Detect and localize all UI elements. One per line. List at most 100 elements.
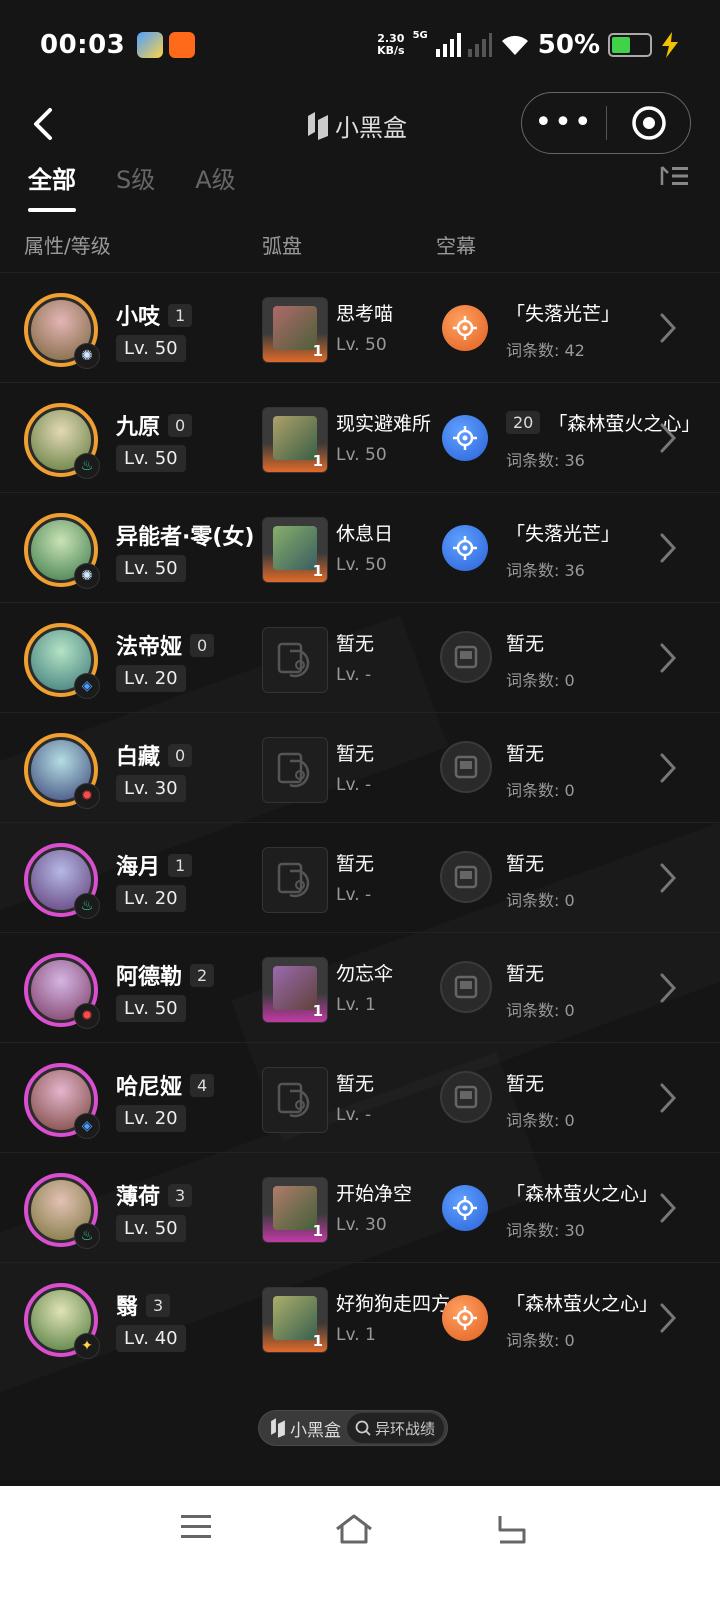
chevron-right-icon xyxy=(660,313,677,343)
screen-name-text: 「失落光芒」 xyxy=(506,523,621,545)
chevron-right-icon xyxy=(660,863,677,893)
disc-name: 暂无 xyxy=(336,743,375,765)
screen-name: 「森林萤火之心」 xyxy=(506,1179,658,1206)
return-icon[interactable] xyxy=(494,1512,528,1544)
water-element-icon: ◈ xyxy=(74,673,100,699)
character-level: Lv. 50 xyxy=(116,445,186,472)
disc-thumbnail: 1 xyxy=(262,407,328,473)
empty-screen-icon xyxy=(454,645,478,669)
character-avatar: ♨ xyxy=(24,843,100,919)
character-rank: 4 xyxy=(190,1073,215,1097)
character-row[interactable]: ♨ 九原 0 Lv. 50 1 现实避难所 Lv. 50 20 「森林萤火之心」… xyxy=(0,382,720,492)
character-name-text: 白藏 xyxy=(116,745,161,770)
sun-emblem-icon xyxy=(453,316,477,340)
water-element-icon: ◈ xyxy=(74,1113,100,1139)
empty-screen-icon xyxy=(454,975,478,999)
disc-art xyxy=(273,526,317,570)
character-name: 薄荷 3 xyxy=(116,1179,193,1211)
back-icon[interactable] xyxy=(26,104,62,144)
disc-level: Lv. 50 xyxy=(336,445,387,465)
battery-icon xyxy=(608,33,652,57)
brand-badge[interactable]: 小黑盒 异环战绩 xyxy=(258,1410,448,1446)
character-rank: 1 xyxy=(168,303,193,327)
disc-thumbnail: 1 xyxy=(262,297,328,363)
disc-thumbnail xyxy=(262,737,328,803)
screen-name-text: 「失落光芒」 xyxy=(506,303,621,325)
character-row[interactable]: ✹ 阿德勒 2 Lv. 50 1 勿忘伞 Lv. 1 暂无 词条数: 0 xyxy=(0,932,720,1042)
character-row[interactable]: ✺ 异能者·零(女) Lv. 50 1 休息日 Lv. 50 「失落光芒」 词条… xyxy=(0,492,720,602)
disc-thumbnail: 1 xyxy=(262,1287,328,1353)
character-row[interactable]: ✺ 小吱 1 Lv. 50 1 思考喵 Lv. 50 「失落光芒」 词条数: 4… xyxy=(0,272,720,382)
character-name: 海月 1 xyxy=(116,849,193,881)
screen-name: 暂无 xyxy=(506,959,544,986)
menu-icon[interactable] xyxy=(180,1512,212,1542)
home-icon[interactable] xyxy=(334,1512,374,1544)
character-row[interactable]: ♨ 海月 1 Lv. 20 暂无 Lv. - 暂无 词条数: 0 xyxy=(0,822,720,932)
screen-name-text: 暂无 xyxy=(506,1073,545,1095)
taobao-icon xyxy=(169,32,196,58)
character-level: Lv. 20 xyxy=(116,1105,186,1132)
character-row[interactable]: ✹ 白藏 0 Lv. 30 暂无 Lv. - 暂无 词条数: 0 xyxy=(0,712,720,822)
more-dots-icon[interactable]: ••• xyxy=(522,92,606,154)
screen-name-text: 暂无 xyxy=(506,633,545,655)
screen-entry-count: 词条数: 0 xyxy=(506,1331,575,1350)
empty-disc-icon xyxy=(277,752,310,788)
wind-element-icon: ♨ xyxy=(74,1223,100,1249)
screen-emblem xyxy=(440,1071,492,1123)
empty-disc-icon xyxy=(277,642,310,678)
character-level: Lv. 50 xyxy=(116,335,186,362)
chevron-right-icon xyxy=(660,423,677,453)
character-row[interactable]: ✦ 翳 3 Lv. 40 1 好狗狗走四方 Lv. 1 「森林萤火之心」 词条数… xyxy=(0,1262,720,1372)
chevron-right-icon xyxy=(660,753,677,783)
character-avatar: ✹ xyxy=(24,953,100,1029)
disc-art xyxy=(273,966,317,1010)
character-name-text: 小吱 xyxy=(116,305,161,330)
chevron-right-icon xyxy=(660,1083,677,1113)
brand-badge-left: 小黑盒 xyxy=(259,1416,347,1441)
disc-name: 暂无 xyxy=(336,853,375,875)
mini-program-capsule: ••• xyxy=(521,92,691,154)
empty-screen-icon xyxy=(454,755,478,779)
disc-level: Lv. - xyxy=(336,885,372,905)
wind-element-icon: ♨ xyxy=(74,453,100,479)
character-rank: 3 xyxy=(146,1293,171,1317)
close-target-icon[interactable] xyxy=(607,104,690,142)
character-level: Lv. 50 xyxy=(116,555,186,582)
target-circle-icon xyxy=(631,106,666,140)
character-avatar: ♨ xyxy=(24,1173,100,1249)
sun-emblem-icon xyxy=(453,1306,477,1330)
network-type: 5G xyxy=(412,29,428,41)
disc-name: 思考喵 xyxy=(336,303,394,325)
character-name: 阿德勒 2 xyxy=(116,959,215,991)
disc-name: 暂无 xyxy=(336,1073,375,1095)
chevron-right-icon xyxy=(660,1303,677,1333)
screen-emblem xyxy=(440,631,492,683)
screen-entry-count: 词条数: 0 xyxy=(506,891,575,910)
screen-entry-count: 词条数: 42 xyxy=(506,341,585,360)
tab-all[interactable]: 全部 xyxy=(28,160,76,212)
disc-count: 1 xyxy=(312,1222,323,1240)
disc-thumbnail xyxy=(262,847,328,913)
screen-emblem xyxy=(442,525,488,571)
character-rank: 0 xyxy=(190,633,215,657)
character-row[interactable]: ♨ 薄荷 3 Lv. 50 1 开始净空 Lv. 30 「森林萤火之心」 词条数… xyxy=(0,1152,720,1262)
battery-percent: 50% xyxy=(537,30,600,60)
disc-count: 1 xyxy=(312,1332,323,1350)
character-row[interactable]: ◈ 哈尼娅 4 Lv. 20 暂无 Lv. - 暂无 词条数: 0 xyxy=(0,1042,720,1152)
logo-mark-icon xyxy=(308,111,328,140)
disc-name: 现实避难所 xyxy=(336,413,432,435)
character-avatar: ◈ xyxy=(24,623,100,699)
brand-badge-search-label: 异环战绩 xyxy=(375,1419,436,1438)
filter-list-icon[interactable] xyxy=(660,165,690,187)
net-speed: 2.30 KB/s xyxy=(377,33,404,57)
disc-level: Lv. 1 xyxy=(336,995,376,1015)
app-notification-icon xyxy=(137,32,164,58)
disc-art xyxy=(273,416,317,460)
screen-name-text: 暂无 xyxy=(506,743,545,765)
character-row[interactable]: ◈ 法帝娅 0 Lv. 20 暂无 Lv. - 暂无 词条数: 0 xyxy=(0,602,720,712)
fire-element-icon: ✹ xyxy=(74,783,100,809)
tab-a-rank[interactable]: A级 xyxy=(195,160,235,212)
character-name: 哈尼娅 4 xyxy=(116,1069,215,1101)
tab-s-rank[interactable]: S级 xyxy=(116,160,155,212)
chevron-right-icon xyxy=(660,1193,677,1223)
